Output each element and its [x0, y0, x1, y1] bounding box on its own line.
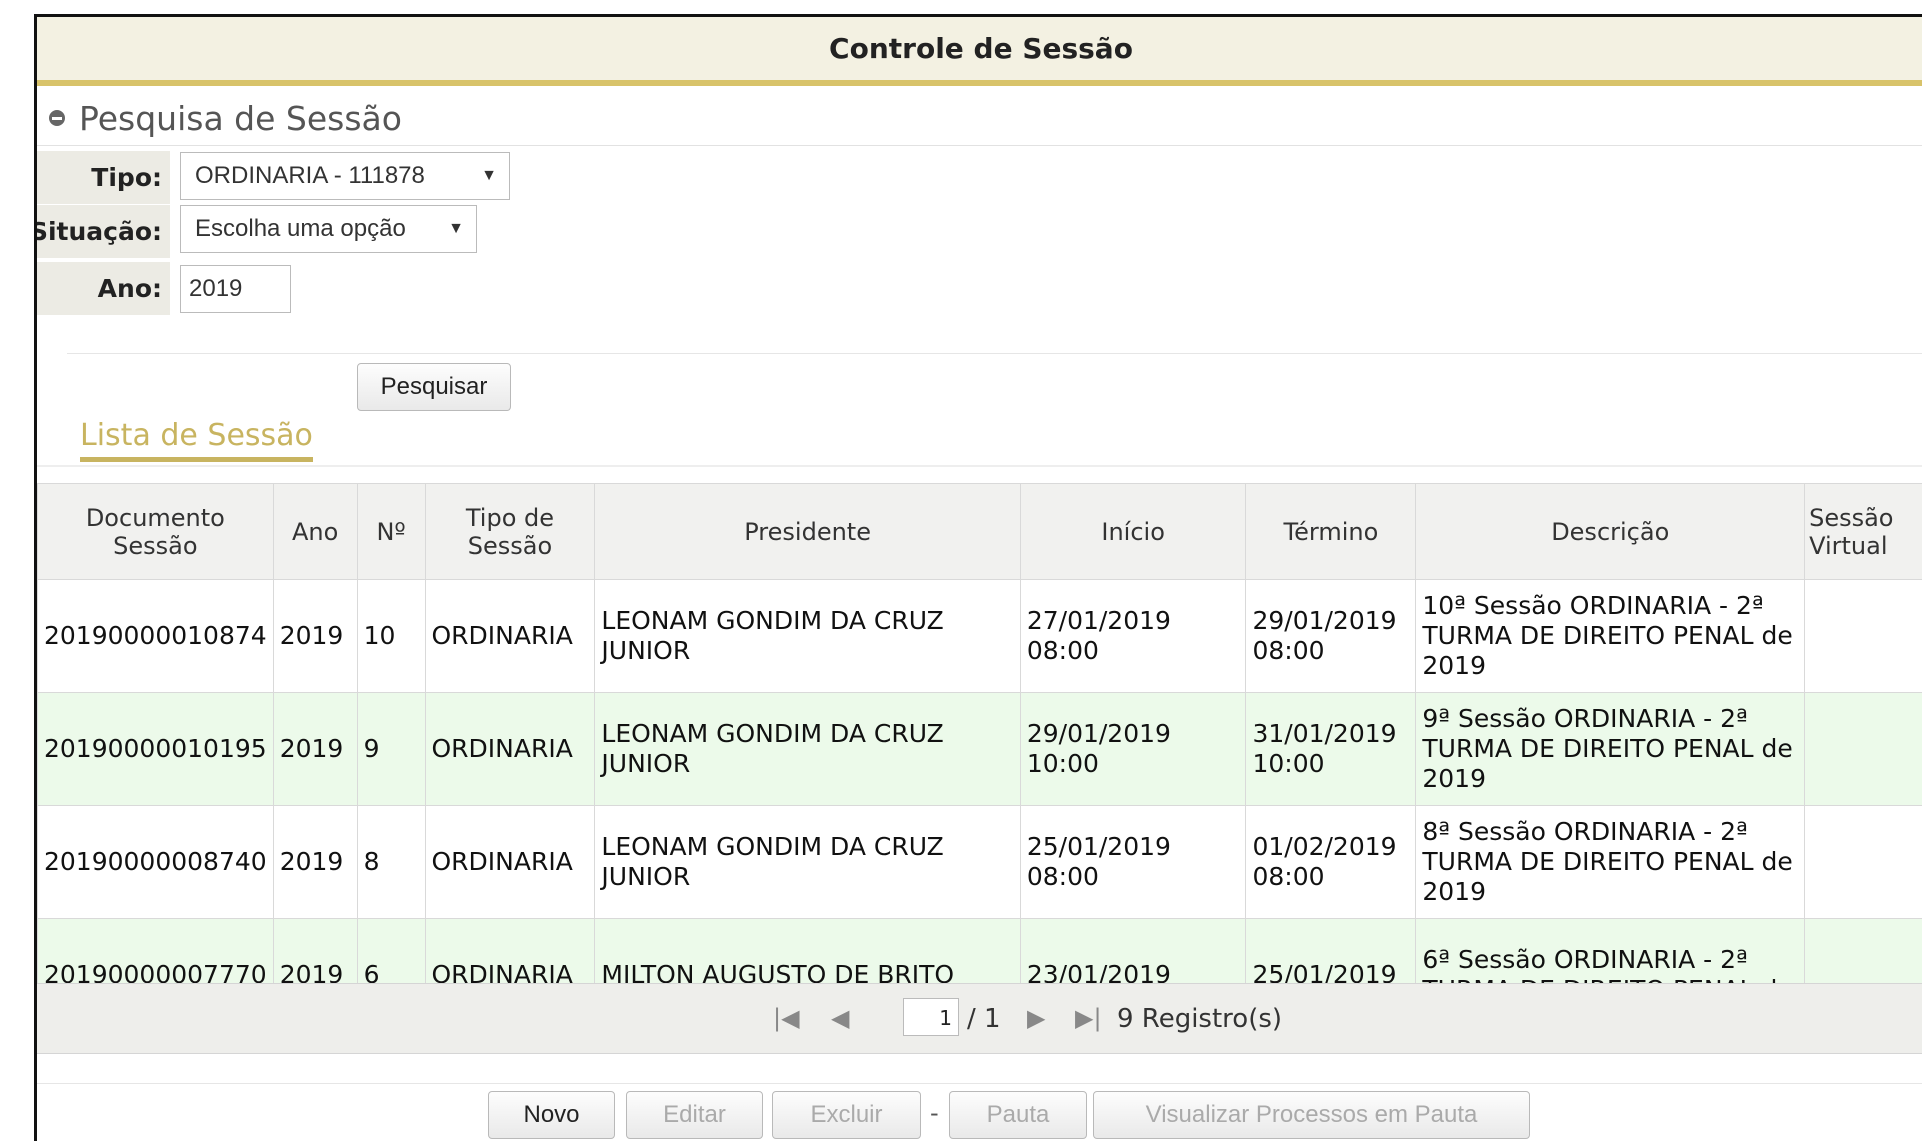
cell-documento: 20190000010874 — [38, 580, 274, 693]
cell-presidente: LEONAM GONDIM DA CRUZ JUNIOR — [595, 806, 1020, 919]
cell-ano: 2019 — [273, 806, 357, 919]
cell-tipo: ORDINARIA — [425, 580, 595, 693]
collapse-icon[interactable] — [49, 110, 65, 126]
cell-virtual — [1805, 806, 1922, 919]
tipo-select-value: ORDINARIA - 111878 — [195, 162, 425, 189]
tipo-select[interactable]: ORDINARIA - 111878 ▼ — [180, 152, 510, 200]
divider — [37, 145, 1922, 146]
cell-tipo: ORDINARIA — [425, 806, 595, 919]
cell-numero: 6 — [357, 919, 425, 984]
table-row[interactable]: 20190000007770 2019 6 ORDINARIA MILTON A… — [38, 919, 1922, 984]
excluir-button[interactable]: Excluir — [772, 1091, 921, 1139]
page-number-input[interactable]: 1 — [903, 998, 959, 1036]
cell-descricao: 8ª Sessão ORDINARIA - 2ª TURMA DE DIREIT… — [1416, 806, 1805, 919]
cell-numero: 9 — [357, 693, 425, 806]
cell-termino: 29/01/2019 08:00 — [1246, 580, 1416, 693]
cell-termino: 25/01/2019 — [1246, 919, 1416, 984]
cell-ano: 2019 — [273, 580, 357, 693]
cell-documento: 20190000008740 — [38, 806, 274, 919]
column-header[interactable]: Descrição — [1416, 484, 1805, 580]
session-table: Documento Sessão Ano Nº Tipo de Sessão P… — [37, 483, 1922, 983]
divider — [67, 353, 1922, 354]
dropdown-arrow-icon: ▼ — [448, 206, 464, 252]
editar-button[interactable]: Editar — [626, 1091, 763, 1139]
previous-page-icon[interactable]: ◀ — [831, 1004, 849, 1032]
novo-button[interactable]: Novo — [488, 1091, 615, 1139]
button-separator: - — [930, 1099, 939, 1127]
search-button[interactable]: Pesquisar — [357, 363, 511, 411]
table-row[interactable]: 20190000010874 2019 10 ORDINARIA LEONAM … — [38, 580, 1922, 693]
column-header[interactable]: Presidente — [595, 484, 1020, 580]
column-header[interactable]: Início — [1020, 484, 1246, 580]
cell-ano: 2019 — [273, 693, 357, 806]
cell-tipo: ORDINARIA — [425, 919, 595, 984]
table-row[interactable]: 20190000010195 2019 9 ORDINARIA LEONAM G… — [38, 693, 1922, 806]
window-title: Controle de Sessão — [37, 17, 1922, 86]
situacao-select[interactable]: Escolha uma opção ▼ — [180, 205, 477, 253]
cell-descricao: 9ª Sessão ORDINARIA - 2ª TURMA DE DIREIT… — [1416, 693, 1805, 806]
cell-numero: 8 — [357, 806, 425, 919]
search-section-header[interactable]: Pesquisa de Sessão — [49, 99, 402, 138]
ano-input[interactable]: 2019 — [180, 265, 291, 313]
cell-presidente: LEONAM GONDIM DA CRUZ JUNIOR — [595, 693, 1020, 806]
records-count: 9 Registro(s) — [1117, 1004, 1282, 1034]
table-header-row: Documento Sessão Ano Nº Tipo de Sessão P… — [38, 484, 1922, 580]
table-row[interactable]: 20190000008740 2019 8 ORDINARIA LEONAM G… — [38, 806, 1922, 919]
cell-inicio: 29/01/2019 10:00 — [1020, 693, 1246, 806]
session-control-panel: Controle de Sessão Pesquisa de Sessão Ti… — [34, 14, 1922, 1141]
search-section-title: Pesquisa de Sessão — [79, 99, 402, 138]
visualizar-processos-button[interactable]: Visualizar Processos em Pauta — [1093, 1091, 1530, 1139]
column-header[interactable]: Nº — [357, 484, 425, 580]
cell-virtual — [1805, 919, 1922, 984]
situacao-select-value: Escolha uma opção — [195, 215, 406, 242]
divider — [37, 1083, 1922, 1084]
cell-presidente: LEONAM GONDIM DA CRUZ JUNIOR — [595, 580, 1020, 693]
cell-termino: 31/01/2019 10:00 — [1246, 693, 1416, 806]
cell-virtual — [1805, 580, 1922, 693]
dropdown-arrow-icon: ▼ — [481, 153, 497, 199]
cell-termino: 01/02/2019 08:00 — [1246, 806, 1416, 919]
last-page-icon[interactable]: ▶| — [1075, 1004, 1102, 1032]
cell-virtual — [1805, 693, 1922, 806]
divider — [37, 465, 1922, 467]
cell-inicio: 25/01/2019 08:00 — [1020, 806, 1246, 919]
cell-tipo: ORDINARIA — [425, 693, 595, 806]
cell-ano: 2019 — [273, 919, 357, 984]
situacao-label: Situação: — [37, 205, 170, 258]
cell-descricao: 6ª Sessão ORDINARIA - 2ª TURMA DE DIREIT… — [1416, 919, 1805, 984]
column-header[interactable]: Ano — [273, 484, 357, 580]
cell-inicio: 27/01/2019 08:00 — [1020, 580, 1246, 693]
cell-inicio: 23/01/2019 — [1020, 919, 1246, 984]
column-header[interactable]: Tipo de Sessão — [425, 484, 595, 580]
ano-label: Ano: — [37, 262, 170, 315]
tipo-label: Tipo: — [37, 151, 170, 204]
pagination-bar: |◀ ◀ 1 / 1 ▶ ▶| 9 Registro(s) — [37, 983, 1922, 1054]
cell-documento: 20190000007770 — [38, 919, 274, 984]
column-header[interactable]: Documento Sessão — [38, 484, 274, 580]
first-page-icon[interactable]: |◀ — [773, 1004, 800, 1032]
cell-numero: 10 — [357, 580, 425, 693]
cell-documento: 20190000010195 — [38, 693, 274, 806]
cell-descricao: 10ª Sessão ORDINARIA - 2ª TURMA DE DIREI… — [1416, 580, 1805, 693]
page-total: / 1 — [967, 1004, 1001, 1034]
pauta-button[interactable]: Pauta — [949, 1091, 1087, 1139]
cell-presidente: MILTON AUGUSTO DE BRITO — [595, 919, 1020, 984]
column-header[interactable]: Sessão Virtual — [1805, 484, 1922, 580]
next-page-icon[interactable]: ▶ — [1027, 1004, 1045, 1032]
session-list-tab[interactable]: Lista de Sessão — [80, 417, 313, 462]
column-header[interactable]: Término — [1246, 484, 1416, 580]
